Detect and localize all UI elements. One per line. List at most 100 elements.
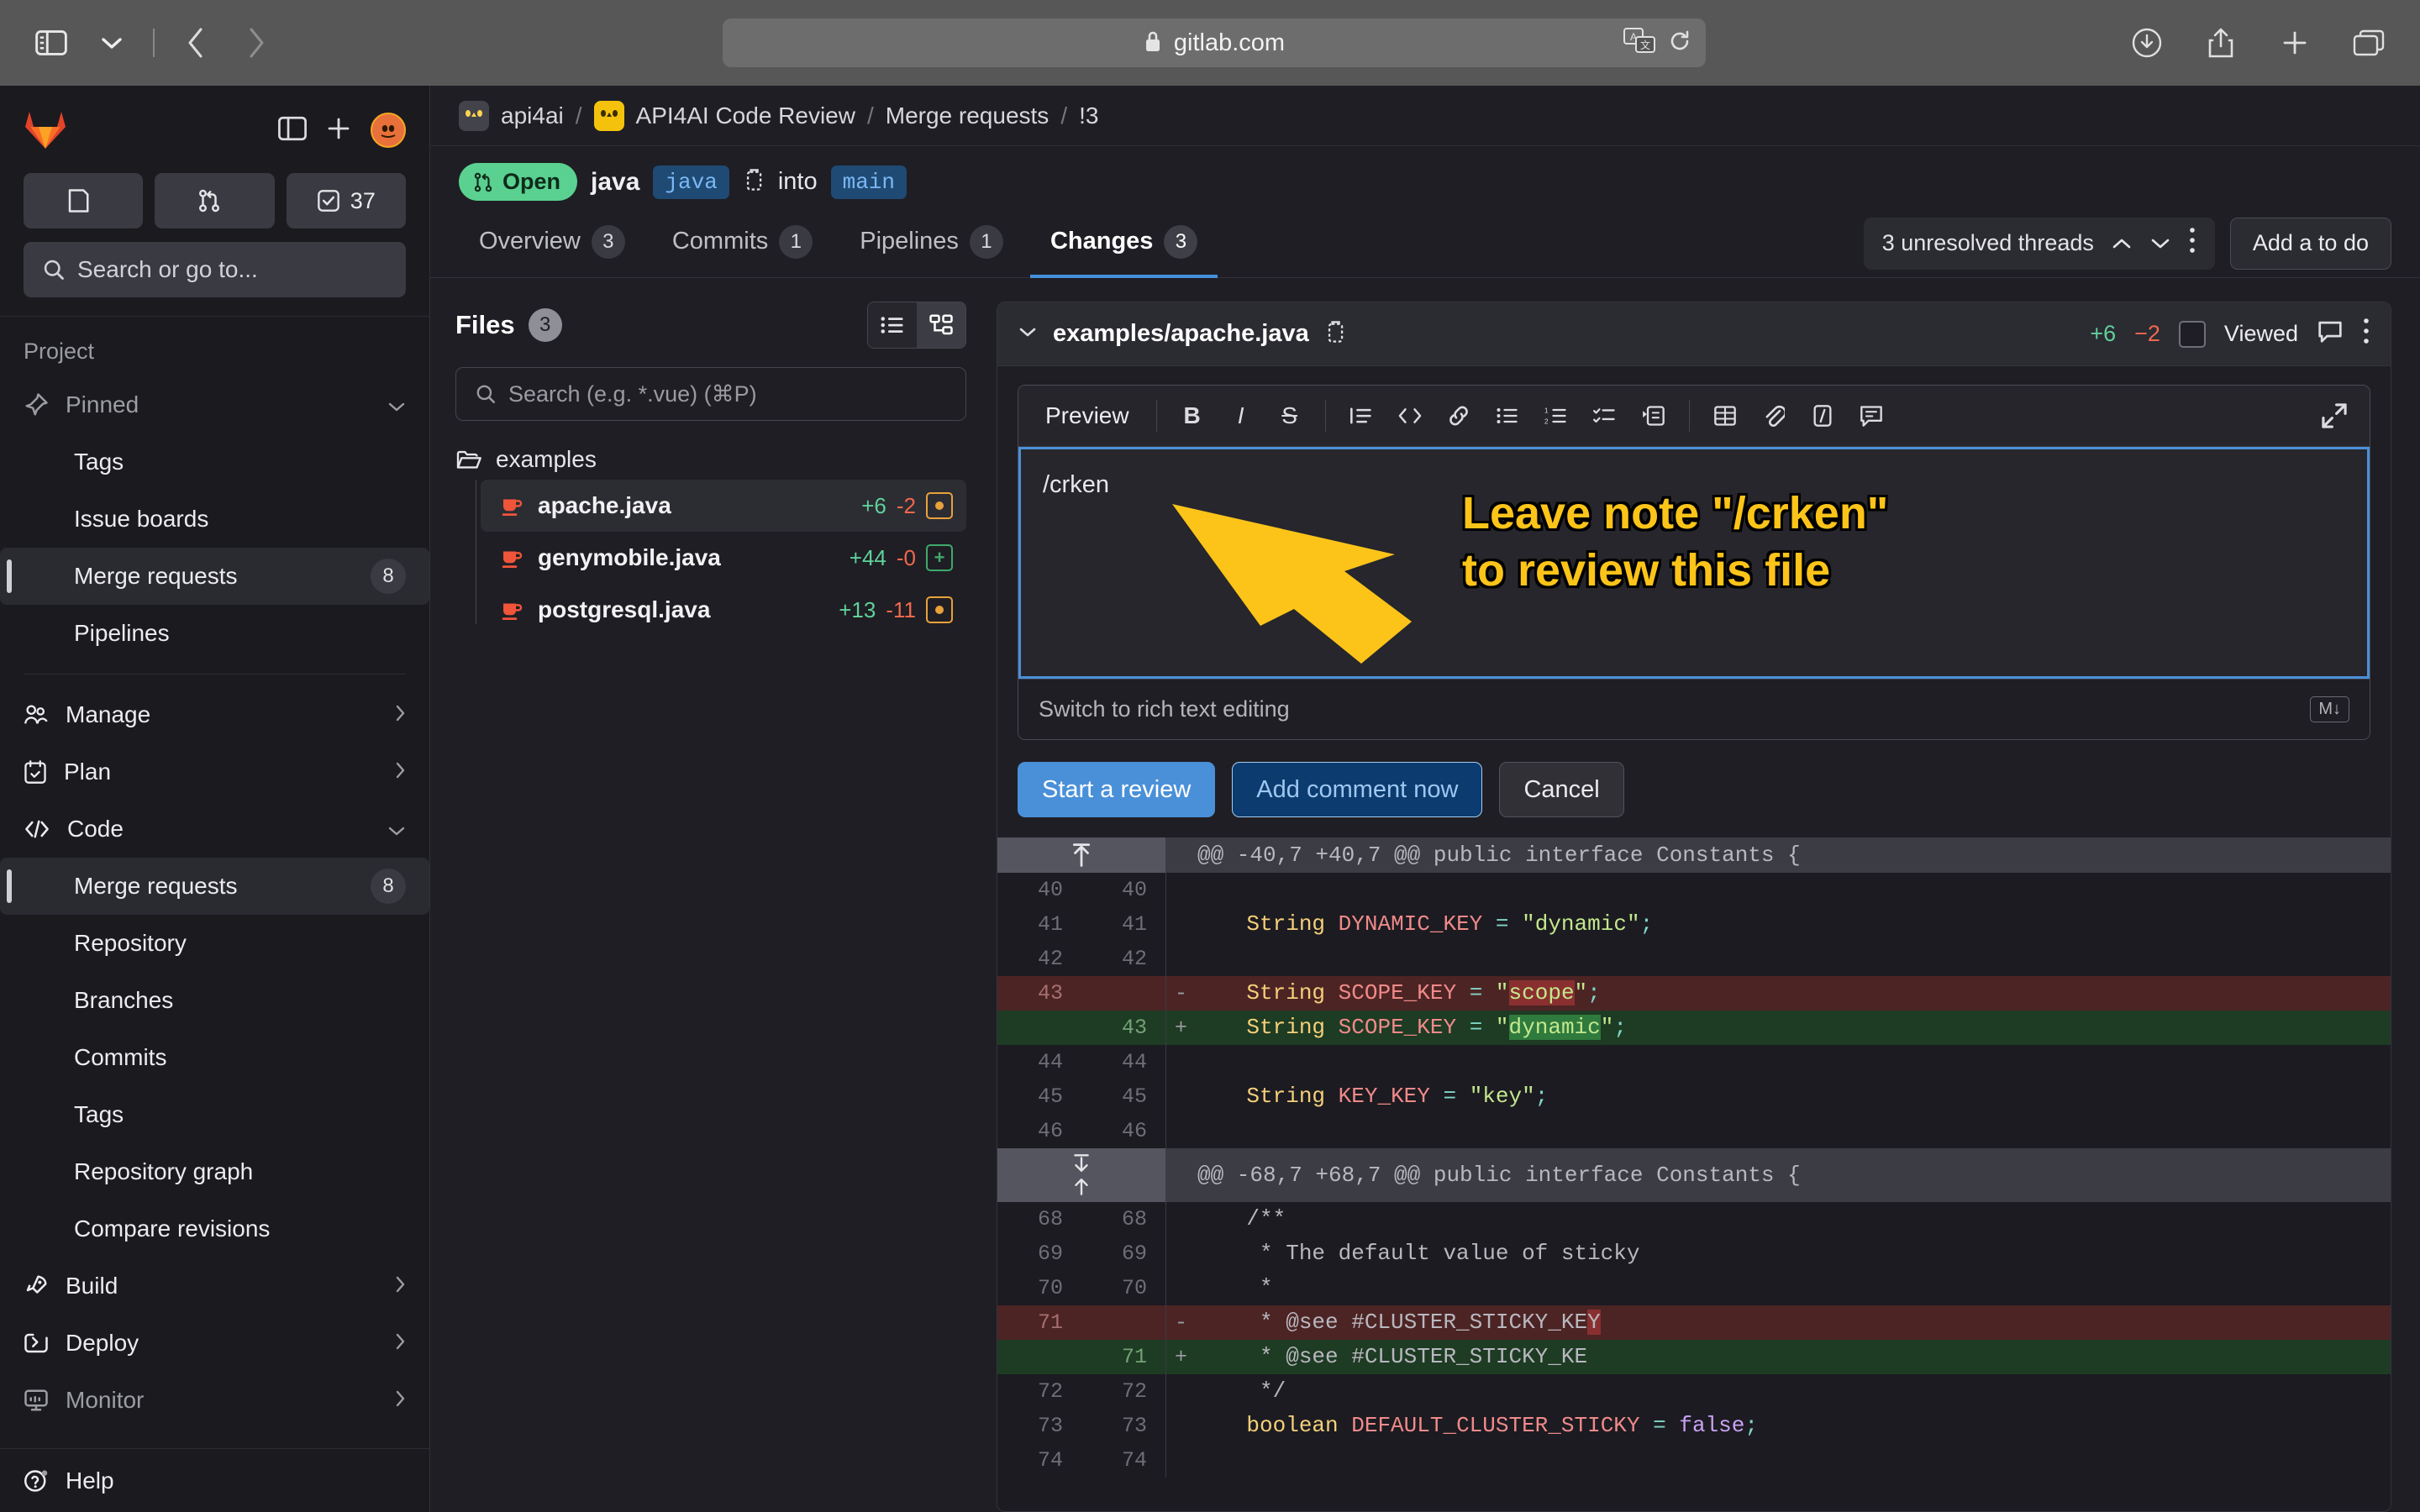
- viewed-checkbox[interactable]: [2178, 320, 2206, 348]
- sidebar-item-deploy[interactable]: Deploy: [0, 1315, 429, 1372]
- sidebar-toggle-icon[interactable]: [29, 20, 74, 66]
- cancel-button[interactable]: Cancel: [1499, 762, 1624, 817]
- chevron-down-icon[interactable]: [387, 816, 406, 843]
- sidebar-item-repository[interactable]: Repository: [0, 915, 429, 972]
- download-icon[interactable]: [2124, 20, 2170, 66]
- reload-icon[interactable]: [1667, 29, 1692, 58]
- file-row-apache[interactable]: apache.java +6 -2: [481, 480, 966, 532]
- panel-toggle-icon[interactable]: [278, 116, 307, 145]
- diff-line[interactable]: 69 69 * The default value of sticky: [997, 1236, 2391, 1271]
- sidebar-item-compare-revisions[interactable]: Compare revisions: [0, 1200, 429, 1257]
- expand-both-button[interactable]: [997, 1148, 1165, 1202]
- expand-up-button[interactable]: [997, 837, 1165, 873]
- copy-branch-icon[interactable]: [743, 167, 765, 197]
- breadcrumb-section[interactable]: Merge requests: [886, 102, 1050, 129]
- sidebar-item-commits[interactable]: Commits: [0, 1029, 429, 1086]
- translate-icon[interactable]: A文: [1623, 27, 1655, 60]
- chevron-right-icon[interactable]: [394, 1330, 406, 1357]
- chevron-right-icon[interactable]: [394, 701, 406, 728]
- add-comment-button[interactable]: Add comment now: [1232, 762, 1483, 817]
- chevron-down-icon[interactable]: [387, 391, 406, 418]
- collapse-file-icon[interactable]: [1018, 325, 1038, 343]
- link-icon[interactable]: [1437, 394, 1481, 438]
- comment-template-icon[interactable]: [1849, 394, 1893, 438]
- attach-icon[interactable]: [1752, 394, 1796, 438]
- list-view-button[interactable]: [868, 302, 917, 348]
- sidebar-item-merge-requests-pinned[interactable]: Merge requests 8: [0, 548, 429, 605]
- mr-source-chip[interactable]: java: [653, 165, 729, 199]
- avatar[interactable]: [371, 113, 406, 148]
- sidebar-item-pipelines[interactable]: Pipelines: [0, 605, 429, 662]
- sidebar-item-tags[interactable]: Tags: [0, 433, 429, 491]
- diff-line-removed[interactable]: 43 - String SCOPE_KEY = "scope";: [997, 976, 2391, 1011]
- tab-commits[interactable]: Commits 1: [652, 209, 833, 278]
- sidebar-item-manage[interactable]: Manage: [0, 686, 429, 743]
- diff-line-added[interactable]: 43 + String SCOPE_KEY = "dynamic";: [997, 1011, 2391, 1045]
- diff-line[interactable]: 45 45 String KEY_KEY = "key";: [997, 1079, 2391, 1114]
- diff-line[interactable]: 44 44: [997, 1045, 2391, 1079]
- chevron-right-icon[interactable]: [394, 1387, 406, 1414]
- table-icon[interactable]: [1703, 394, 1747, 438]
- numbered-list-icon[interactable]: 12: [1534, 394, 1578, 438]
- back-arrow-icon[interactable]: [173, 20, 218, 66]
- chevron-down-icon[interactable]: [2149, 230, 2171, 256]
- sidebar-issues-button[interactable]: [24, 173, 144, 228]
- tree-view-button[interactable]: [917, 302, 965, 348]
- share-icon[interactable]: [2198, 20, 2244, 66]
- code-icon[interactable]: [1388, 394, 1432, 438]
- chevron-right-icon[interactable]: [394, 759, 406, 785]
- slash-command-icon[interactable]: [1801, 394, 1844, 438]
- plus-icon[interactable]: [2272, 20, 2317, 66]
- sidebar-item-branches[interactable]: Branches: [0, 972, 429, 1029]
- sidebar-item-pinned[interactable]: Pinned: [0, 376, 429, 433]
- quote-icon[interactable]: [1339, 394, 1383, 438]
- diff-line[interactable]: 72 72 */: [997, 1374, 2391, 1409]
- chevron-down-icon[interactable]: [89, 20, 134, 66]
- file-search-input[interactable]: Search (e.g. *.vue) (⌘P): [455, 367, 966, 421]
- chevron-up-icon[interactable]: [2111, 230, 2133, 256]
- kebab-menu-icon[interactable]: [2188, 226, 2196, 260]
- diff-line[interactable]: 46 46: [997, 1114, 2391, 1148]
- search-input[interactable]: Search or go to...: [24, 242, 406, 297]
- sidebar-todo-button[interactable]: 37: [286, 173, 406, 228]
- folder-examples[interactable]: examples: [455, 446, 966, 473]
- diff-line[interactable]: 42 42: [997, 942, 2391, 976]
- address-bar[interactable]: gitlab.com A文: [723, 18, 1706, 67]
- diff-line[interactable]: 68 68 /**: [997, 1202, 2391, 1236]
- file-row-postgresql[interactable]: postgresql.java +13 -11: [481, 584, 966, 636]
- diff-line-removed[interactable]: 71 - * @see #CLUSTER_STICKY_KEY: [997, 1305, 2391, 1340]
- sidebar-item-issue-boards[interactable]: Issue boards: [0, 491, 429, 548]
- unresolved-threads-control[interactable]: 3 unresolved threads: [1863, 217, 2215, 270]
- sidebar-item-code[interactable]: Code: [0, 801, 429, 858]
- add-todo-button[interactable]: Add a to do: [2229, 217, 2391, 270]
- sidebar-item-monitor[interactable]: Monitor: [0, 1372, 429, 1429]
- tab-changes[interactable]: Changes 3: [1029, 209, 1218, 278]
- bullet-list-icon[interactable]: [1486, 394, 1529, 438]
- chevron-right-icon[interactable]: [394, 1273, 406, 1299]
- diff-line[interactable]: 41 41 String DYNAMIC_KEY = "dynamic";: [997, 907, 2391, 942]
- preview-button[interactable]: Preview: [1032, 402, 1143, 429]
- breadcrumb-project[interactable]: API4AI Code Review: [636, 102, 855, 129]
- sidebar-item-plan[interactable]: Plan: [0, 743, 429, 801]
- task-list-icon[interactable]: [1583, 394, 1627, 438]
- diff-line[interactable]: 70 70 *: [997, 1271, 2391, 1305]
- sidebar-item-build[interactable]: Build: [0, 1257, 429, 1315]
- comment-icon[interactable]: [2317, 318, 2344, 349]
- plus-icon[interactable]: [325, 115, 352, 146]
- forward-arrow-icon[interactable]: [234, 20, 279, 66]
- diff-line-added[interactable]: 71 + * @see #CLUSTER_STICKY_KE: [997, 1340, 2391, 1374]
- sidebar-item-merge-requests[interactable]: Merge requests 8: [0, 858, 429, 915]
- diff-line[interactable]: 40 40: [997, 873, 2391, 907]
- file-row-genymobile[interactable]: genymobile.java +44 -0 +: [481, 532, 966, 584]
- copy-path-icon[interactable]: [1324, 319, 1346, 349]
- tab-overview-icon[interactable]: [2346, 20, 2391, 66]
- breadcrumb-mr-id[interactable]: !3: [1079, 102, 1098, 129]
- gitlab-logo-icon[interactable]: [24, 108, 67, 152]
- diff-line[interactable]: 74 74: [997, 1443, 2391, 1478]
- strikethrough-icon[interactable]: S: [1268, 394, 1312, 438]
- sidebar-merge-requests-button[interactable]: [155, 173, 275, 228]
- sidebar-item-repository-graph[interactable]: Repository graph: [0, 1143, 429, 1200]
- diff-line[interactable]: 73 73 boolean DEFAULT_CLUSTER_STICKY = f…: [997, 1409, 2391, 1443]
- sidebar-item-tags-code[interactable]: Tags: [0, 1086, 429, 1143]
- italic-icon[interactable]: I: [1219, 394, 1263, 438]
